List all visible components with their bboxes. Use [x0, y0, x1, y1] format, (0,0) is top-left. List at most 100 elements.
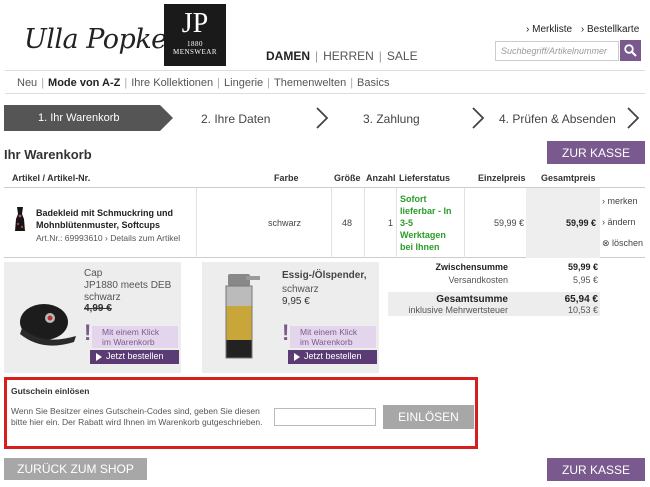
nav-separator: | [217, 77, 221, 89]
promo-one-click: Mit einem Klick im Warenkorb [290, 326, 376, 348]
promo-price: 4,99 € [84, 303, 112, 314]
product-name[interactable]: Badekleid mit Schmuckring und Mohnblüten… [36, 207, 196, 231]
delivery-line: Sofort [400, 194, 427, 204]
nav-sale[interactable]: SALE [387, 49, 418, 63]
main-nav: Neu | Mode von A-Z | Ihre Kollektionen | Linge… [5, 70, 645, 94]
header-qty: Anzahl [366, 173, 396, 183]
product-meta: Art.Nr.: 69993610 › Details zum Artikel [36, 233, 180, 243]
main-nav-themenwelten[interactable]: Themenwelten [274, 77, 346, 89]
column-divider [196, 188, 197, 258]
main-nav-kollektionen[interactable]: Ihre Kollektionen [131, 77, 213, 89]
header-color: Farbe [274, 173, 299, 183]
main-nav-basics[interactable]: Basics [357, 77, 389, 89]
nav-separator: | [350, 77, 354, 89]
wishlist-link[interactable]: › Merkliste [526, 24, 572, 35]
grand-total-label: Gesamtsumme [436, 294, 508, 305]
table-row: Badekleid mit Schmuckring und Mohnblüten… [4, 188, 645, 258]
item-qty[interactable]: 1 [388, 218, 393, 228]
promo-title[interactable]: JP1880 meets DEB [84, 280, 171, 291]
cart-table-header: Artikel / Artikel-Nr. Farbe Größe Anzahl… [4, 170, 645, 188]
promo-dispenser: Essig-/Ölspender, schwarz 9,95 € Mit ein… [202, 262, 379, 373]
order-now-button[interactable]: Jetzt bestellen [90, 350, 179, 364]
promo-price: 9,95 € [282, 296, 310, 307]
shipping-label: Versandkosten [448, 275, 508, 285]
search-button[interactable] [620, 40, 641, 61]
header-size: Größe [334, 173, 361, 183]
nav-separator: | [315, 49, 319, 63]
shipping-value: 5,95 € [572, 275, 598, 285]
search-input[interactable]: Suchbegriff/Artikelnummer [495, 41, 619, 61]
nav-damen[interactable]: DAMEN [266, 49, 310, 63]
main-nav-neu[interactable]: Neu [17, 77, 37, 89]
jp1880-logo[interactable]: JP 1880 MENSWEAR [164, 4, 226, 66]
subtotal-label: Zwischensumme [435, 262, 508, 272]
item-unit-price: 59,99 € [494, 218, 525, 228]
promo-click-line: Mit einem Klick [300, 327, 358, 337]
nav-herren[interactable]: HERREN [323, 49, 374, 63]
column-divider [364, 188, 365, 258]
page-title: Ihr Warenkorb [4, 147, 92, 162]
voucher-code-input[interactable] [274, 408, 376, 426]
header-total: Gesamtpreis [541, 173, 596, 183]
delivery-line: lieferbar - In [400, 206, 452, 216]
redeem-voucher-button[interactable]: EINLÖSEN [383, 405, 474, 429]
item-color: schwarz [268, 218, 302, 228]
back-to-shop-button[interactable]: ZURÜCK ZUM SHOP [4, 458, 147, 480]
dispenser-image[interactable] [216, 270, 266, 368]
jp-logo-year: 1880 [187, 40, 203, 48]
details-link[interactable]: › Details zum Artikel [105, 233, 180, 243]
order-list-link[interactable]: › Bestellkarte [581, 24, 639, 35]
totals-summary: Zwischensumme 59,99 € Versandkosten 5,95… [388, 258, 600, 292]
delivery-line: 3-5 [400, 218, 414, 228]
item-size: 48 [342, 218, 353, 228]
grand-total-box: Gesamtsumme 65,94 € inklusive Mehrwertst… [388, 292, 600, 316]
delete-link[interactable]: ⊗ löschen [602, 238, 643, 249]
promo-one-click: Mit einem Klick im Warenkorb [92, 326, 178, 348]
chevron-right-icon [472, 107, 485, 129]
change-link[interactable]: › ändern [602, 217, 636, 227]
header-article: Artikel / Artikel-Nr. [12, 173, 91, 183]
exclamation-icon: ! [84, 320, 92, 345]
product-name-line2: Mohnblütenmuster, Softcups [36, 220, 161, 230]
vat-value: 10,53 € [567, 305, 598, 315]
ulla-popken-logo[interactable]: Ulla Popken [24, 24, 184, 55]
vat-label: inklusive Mehrwertsteuer [408, 305, 508, 315]
delivery-line: bei Ihnen [400, 242, 440, 252]
order-now-button[interactable]: Jetzt bestellen [288, 350, 377, 364]
main-nav-mode[interactable]: Mode von A-Z [48, 77, 120, 89]
search-icon [624, 44, 637, 57]
item-total-price: 59,99 € [566, 218, 597, 228]
promo-title[interactable]: Essig-/Ölspender, [282, 270, 366, 281]
article-number: Art.Nr.: 69993610 [36, 233, 103, 243]
promo-click-line: im Warenkorb [300, 337, 353, 347]
exclamation-icon: ! [282, 320, 290, 345]
voucher-title: Gutschein einlösen [11, 386, 90, 396]
cap-image[interactable] [12, 284, 84, 356]
nav-separator: | [378, 49, 382, 63]
header-delivery: Lieferstatus [399, 173, 451, 183]
remember-link[interactable]: › merken [602, 196, 638, 206]
jp-logo-main: JP [181, 8, 209, 39]
product-name-line1: Badekleid mit Schmuckring und [36, 208, 174, 218]
promo-click-line: Mit einem Klick [102, 327, 160, 337]
header-unit-price: Einzelpreis [478, 173, 526, 183]
nav-separator: | [267, 77, 271, 89]
promo-click-line: im Warenkorb [102, 337, 155, 347]
step-arrow [160, 105, 173, 131]
voucher-section: Gutschein einlösen Wenn Sie Besitzer ein… [4, 377, 478, 449]
checkout-button-bottom[interactable]: ZUR KASSE [547, 458, 645, 481]
promo-color: schwarz [84, 292, 121, 303]
top-links: › Merkliste › Bestellkarte [520, 24, 639, 35]
column-divider [464, 188, 465, 258]
promo-color: schwarz [282, 284, 319, 295]
step-zahlung: 3. Zahlung [363, 112, 420, 126]
step-pruefen: 4. Prüfen & Absenden [499, 112, 616, 126]
column-divider [396, 188, 397, 258]
checkout-button-top[interactable]: ZUR KASSE [547, 141, 645, 164]
swimsuit-thumbnail[interactable] [14, 205, 26, 233]
promo-title[interactable]: Cap [84, 268, 102, 279]
chevron-right-icon [316, 107, 329, 129]
subtotal-value: 59,99 € [567, 262, 598, 272]
main-nav-lingerie[interactable]: Lingerie [224, 77, 263, 89]
voucher-description: Wenn Sie Besitzer eines Gutschein-Codes … [11, 406, 263, 427]
